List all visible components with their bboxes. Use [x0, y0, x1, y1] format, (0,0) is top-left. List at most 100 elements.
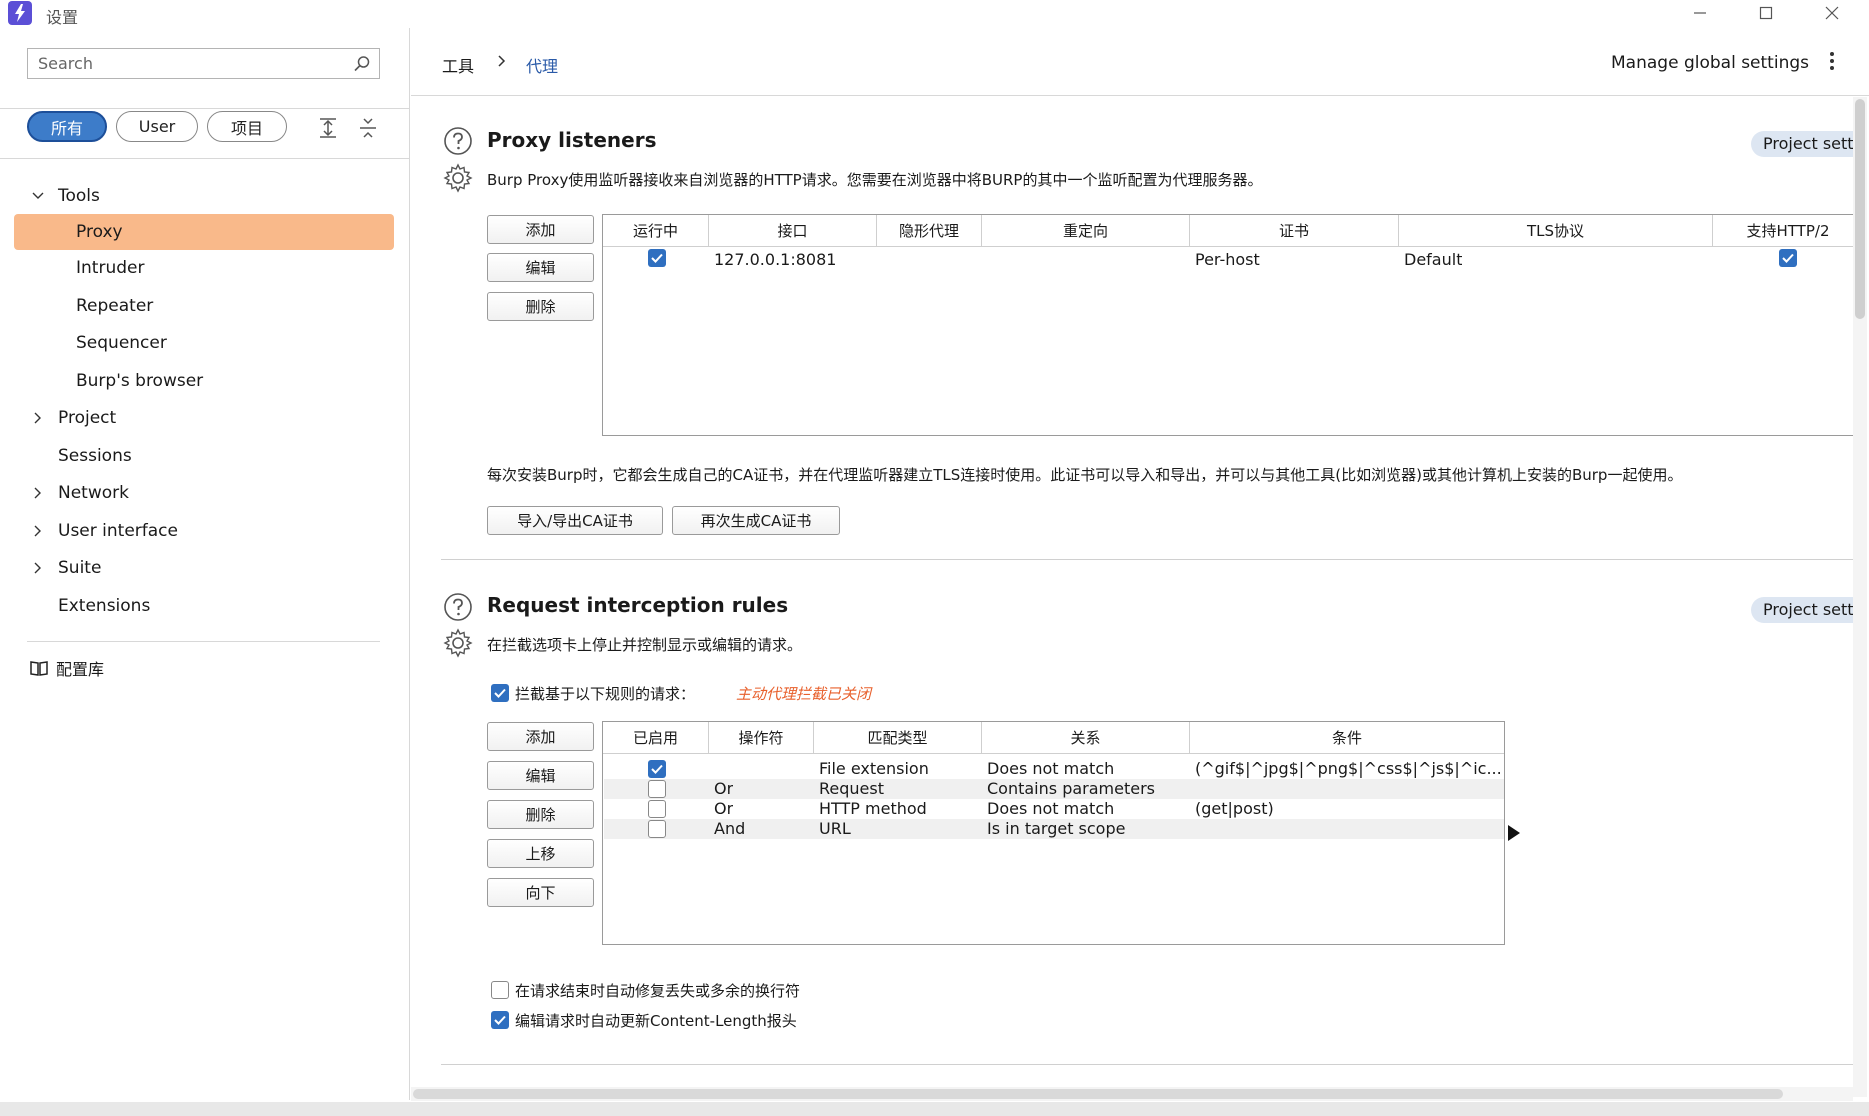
help-icon[interactable]: [443, 592, 473, 622]
manage-global-settings-link[interactable]: Manage global settings: [1611, 53, 1809, 73]
project-settings-badge: Project settings: [1751, 131, 1853, 157]
project-settings-badge: Project settings: [1751, 597, 1853, 623]
sidebar-item-proxy[interactable]: Proxy: [14, 214, 394, 250]
sidebar-item-extensions[interactable]: Extensions: [14, 588, 394, 624]
column-header-enabled[interactable]: 已启用: [603, 722, 709, 754]
chevron-right-icon[interactable]: [30, 523, 46, 539]
rule-relationship: Is in target scope: [987, 819, 1126, 838]
remove-listener-button[interactable]: 删除: [487, 292, 594, 321]
maximize-button[interactable]: [1738, 0, 1794, 26]
gear-icon[interactable]: [443, 628, 473, 658]
rule-enabled-checkbox[interactable]: [648, 780, 666, 798]
search-icon[interactable]: [353, 55, 371, 73]
column-header-http2[interactable]: 支持HTTP/2: [1713, 215, 1853, 247]
more-options-icon[interactable]: [1829, 50, 1835, 72]
minimize-icon: [1694, 12, 1706, 14]
column-header-redirect[interactable]: 重定向: [982, 215, 1190, 247]
update-content-length-checkbox[interactable]: [491, 1011, 509, 1029]
edit-rule-button[interactable]: 编辑: [487, 761, 594, 790]
move-up-button[interactable]: 上移: [487, 839, 594, 868]
title-bar: 设置: [0, 0, 1869, 28]
listener-tls: Default: [1404, 250, 1463, 269]
search-box: [27, 48, 380, 79]
update-content-length-label: 编辑请求时自动更新Content-Length报头: [515, 1012, 797, 1030]
minimize-button[interactable]: [1672, 0, 1728, 26]
sidebar-item-suite[interactable]: Suite: [14, 550, 394, 586]
search-input[interactable]: [28, 49, 328, 78]
chevron-right-icon[interactable]: [30, 485, 46, 501]
gear-icon[interactable]: [443, 163, 473, 193]
rule-enabled-checkbox[interactable]: [648, 800, 666, 818]
sidebar-item-label: User interface: [58, 521, 178, 541]
scrollbar-thumb[interactable]: [1855, 99, 1865, 319]
divider: [27, 641, 380, 642]
column-header-invisible[interactable]: 隐形代理: [877, 215, 982, 247]
sidebar-item-sequencer[interactable]: Sequencer: [14, 325, 394, 361]
sidebar-item-burps-browser[interactable]: Burp's browser: [14, 363, 394, 399]
sidebar-item-intruder[interactable]: Intruder: [14, 250, 394, 286]
sidebar-item-label: Sessions: [58, 446, 132, 466]
listener-interface: 127.0.0.1:8081: [714, 250, 837, 269]
check-icon: [494, 1015, 506, 1025]
sidebar-item-label: Project: [58, 408, 117, 428]
rule-enabled-checkbox[interactable]: [648, 820, 666, 838]
horizontal-scrollbar[interactable]: [411, 1087, 1853, 1101]
column-header-operator[interactable]: 操作符: [709, 722, 814, 754]
column-header-match-type[interactable]: 匹配类型: [814, 722, 982, 754]
divider: [0, 158, 409, 159]
fix-newlines-checkbox[interactable]: [491, 981, 509, 999]
edit-listener-button[interactable]: 编辑: [487, 253, 594, 282]
ca-certificate-info: 每次安装Burp时，它都会生成自己的CA证书，并在代理监听器建立TLS连接时使用…: [487, 466, 1683, 484]
column-header-certificate[interactable]: 证书: [1190, 215, 1399, 247]
chevron-down-icon[interactable]: [30, 188, 46, 204]
rule-relationship: Does not match: [987, 799, 1115, 818]
sidebar-item-tools[interactable]: Tools: [14, 178, 394, 214]
expand-all-icon[interactable]: [316, 116, 340, 140]
filter-all-button[interactable]: 所有: [27, 111, 107, 142]
add-listener-button[interactable]: 添加: [487, 215, 594, 244]
sidebar-item-repeater[interactable]: Repeater: [14, 288, 394, 324]
sidebar-item-library[interactable]: 配置库: [30, 656, 104, 680]
add-rule-button[interactable]: 添加: [487, 722, 594, 751]
intercept-off-warning: 主动代理拦截已关闭: [736, 685, 872, 703]
maximize-icon: [1759, 6, 1773, 20]
remove-rule-button[interactable]: 删除: [487, 800, 594, 829]
column-header-relationship[interactable]: 关系: [982, 722, 1190, 754]
column-header-tls[interactable]: TLS协议: [1399, 215, 1713, 247]
vertical-scrollbar[interactable]: [1853, 97, 1867, 1097]
sidebar-item-label: Repeater: [76, 296, 154, 316]
sidebar-item-label: Suite: [58, 558, 102, 578]
sidebar-item-network[interactable]: Network: [14, 475, 394, 511]
rule-relationship: Does not match: [987, 759, 1115, 778]
rule-enabled-checkbox[interactable]: [648, 760, 666, 778]
proxy-listeners-title: Proxy listeners: [487, 128, 657, 152]
sidebar-item-sessions[interactable]: Sessions: [14, 438, 394, 474]
close-button[interactable]: [1804, 0, 1860, 26]
rule-operator: Or: [714, 799, 734, 818]
filter-user-button[interactable]: User: [116, 111, 198, 142]
http2-checkbox[interactable]: [1779, 249, 1797, 267]
settings-sidebar: 所有 User 项目 Tools Proxy Intruder Repeater…: [0, 28, 410, 1100]
column-header-condition[interactable]: 条件: [1190, 722, 1504, 754]
chevron-right-icon[interactable]: [30, 410, 46, 426]
help-icon[interactable]: [443, 126, 473, 156]
regenerate-ca-button[interactable]: 再次生成CA证书: [672, 506, 840, 535]
move-down-button[interactable]: 向下: [487, 878, 594, 907]
column-header-interface[interactable]: 接口: [709, 215, 877, 247]
intercept-requests-checkbox[interactable]: [491, 684, 509, 702]
expand-arrow-icon[interactable]: [1508, 825, 1520, 841]
sidebar-item-project[interactable]: Project: [14, 400, 394, 436]
collapse-all-icon[interactable]: [356, 116, 380, 140]
check-icon: [651, 764, 663, 774]
sidebar-item-user-interface[interactable]: User interface: [14, 513, 394, 549]
breadcrumb-tools[interactable]: 工具: [442, 53, 474, 77]
scrollbar-thumb[interactable]: [413, 1089, 1783, 1099]
rule-match-type: File extension: [819, 759, 929, 778]
import-export-ca-button[interactable]: 导入/导出CA证书: [487, 506, 663, 535]
chevron-right-icon[interactable]: [30, 560, 46, 576]
column-header-running[interactable]: 运行中: [603, 215, 709, 247]
running-checkbox[interactable]: [648, 249, 666, 267]
rule-operator: And: [714, 819, 746, 838]
filter-project-button[interactable]: 项目: [207, 111, 287, 142]
interception-rules-description: 在拦截选项卡上停止并控制显示或编辑的请求。: [487, 636, 803, 654]
